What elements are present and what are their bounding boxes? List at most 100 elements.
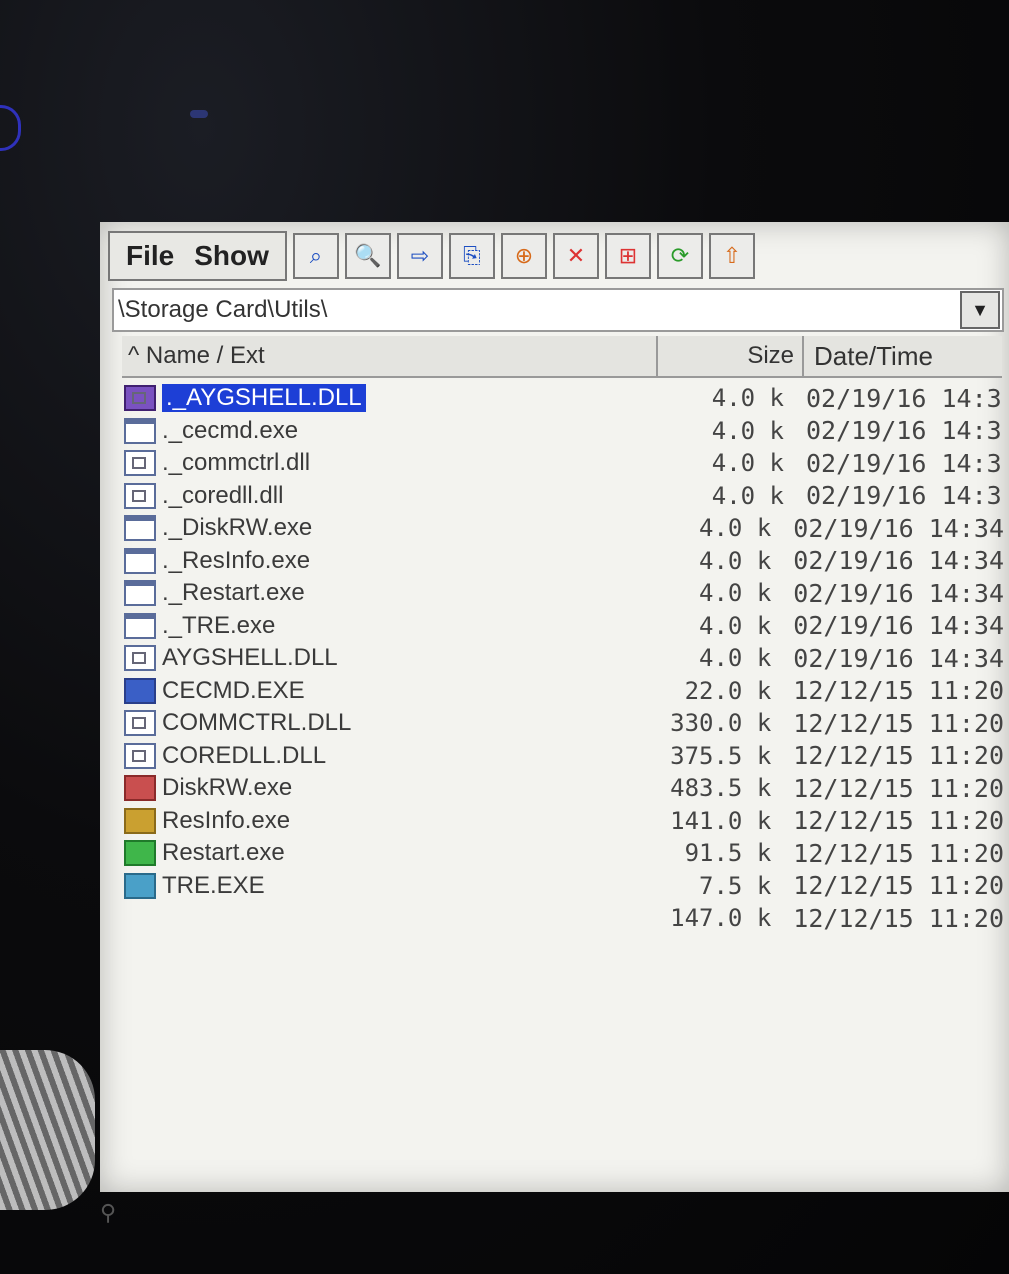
file-row[interactable]: ._TRE.exe 4.0 k 02/19/16 14:34 (124, 610, 1004, 643)
exe-file-icon (124, 547, 156, 574)
find-button[interactable]: ⌕ (292, 233, 339, 279)
paste-button[interactable]: ⎘ (448, 233, 495, 279)
file-list: ._AYGSHELL.DLL 4.0 k 02/19/16 14:3 ._cecmd.… (124, 382, 1004, 935)
file-date: 02/19/16 14:3 (806, 416, 1002, 446)
application-icon (124, 677, 156, 704)
file-row[interactable]: ._commctrl.dll 4.0 k 02/19/16 14:3 (124, 447, 1004, 480)
file-date: 12/12/15 11:20 (793, 773, 1004, 803)
file-date: 02/19/16 14:34 (793, 546, 1004, 576)
file-date: 02/19/16 14:3 (806, 481, 1002, 511)
exe-file-icon (124, 612, 156, 639)
file-row[interactable]: ResInfo.exe 141.0 k 12/12/15 11:20 (124, 805, 1004, 838)
new-folder-button[interactable]: ⊕ (500, 233, 547, 279)
file-row[interactable]: ._coredll.dll 4.0 k 02/19/16 14:3 (124, 480, 1004, 513)
file-name: ResInfo.exe (162, 806, 291, 834)
file-name-cell: ._ResInfo.exe (124, 547, 644, 575)
file-name: ._ResInfo.exe (162, 546, 311, 574)
exe-file-icon (124, 515, 156, 542)
file-row[interactable]: ._ResInfo.exe 4.0 k 02/19/16 14:34 (124, 545, 1004, 578)
refresh-icon: ⟳ (670, 243, 690, 268)
file-name-cell: CECMD.EXE (124, 677, 644, 705)
file-row[interactable]: ._cecmd.exe 4.0 k 02/19/16 14:3 (124, 415, 1004, 448)
file-name-cell: ._Restart.exe (124, 579, 644, 607)
file-name: AYGSHELL.DLL (162, 644, 338, 672)
file-size: 483.5 k (670, 774, 772, 803)
ir-sensor (190, 110, 208, 118)
file-name: COMMCTRL.DLL (162, 709, 352, 737)
view-button[interactable]: ⊞ (604, 233, 651, 279)
file-size: 4.0 k (699, 546, 772, 575)
paste-icon: ⎘ (463, 243, 481, 268)
dll-file-icon (124, 710, 156, 737)
file-row[interactable]: 147.0 k 12/12/15 11:20 (124, 902, 1004, 935)
file-name: Restart.exe (162, 839, 285, 867)
menu-file[interactable]: File (116, 240, 184, 272)
file-name: ._cecmd.exe (162, 416, 299, 444)
file-name-cell: ._TRE.exe (124, 612, 644, 640)
file-size: 4.0 k (711, 481, 784, 510)
delete-button[interactable]: ✕ (552, 233, 599, 279)
file-date: 12/12/15 11:20 (793, 676, 1004, 706)
path-combobox[interactable]: \Storage Card\Utils\ ▼ (112, 288, 1004, 332)
up-folder-button[interactable]: ⇧ (708, 233, 755, 279)
file-name-cell: ._cecmd.exe (124, 417, 654, 445)
file-row[interactable]: Restart.exe 91.5 k 12/12/15 11:20 (124, 837, 1004, 870)
dll-file-icon (124, 450, 156, 477)
file-date: 12/12/15 11:20 (793, 838, 1004, 868)
file-name-cell: ._DiskRW.exe (124, 514, 644, 542)
file-date: 02/19/16 14:34 (793, 643, 1004, 673)
chevron-down-icon[interactable]: ▼ (960, 291, 1000, 329)
file-row[interactable]: ._Restart.exe 4.0 k 02/19/16 14:34 (124, 577, 1004, 610)
file-row[interactable]: TRE.EXE 7.5 k 12/12/15 11:20 (124, 870, 1004, 903)
file-row[interactable]: COMMCTRL.DLL 330.0 k 12/12/15 11:20 (124, 707, 1004, 740)
file-name: ._Restart.exe (162, 579, 305, 607)
search-file-button[interactable]: 🔍 (344, 233, 391, 279)
file-name: ._TRE.exe (162, 611, 276, 639)
file-name: TRE.EXE (162, 871, 265, 899)
file-row[interactable]: ._DiskRW.exe 4.0 k 02/19/16 14:34 (124, 512, 1004, 545)
search-file-icon: 🔍 (354, 243, 382, 268)
copy-button[interactable]: ⇨ (396, 233, 443, 279)
file-row[interactable]: CECMD.EXE 22.0 k 12/12/15 11:20 (124, 675, 1004, 708)
dll-file-icon (124, 385, 156, 412)
dll-file-icon (124, 742, 156, 769)
file-size: 147.0 k (670, 904, 772, 933)
application-icon (124, 775, 156, 802)
file-date: 02/19/16 14:3 (806, 448, 1002, 478)
refresh-button[interactable]: ⟳ (656, 233, 703, 279)
file-name-cell: AYGSHELL.DLL (124, 644, 644, 672)
menu-show[interactable]: Show (184, 240, 279, 272)
file-size: 4.0 k (699, 644, 772, 673)
toolbar: File Show ⌕ 🔍 ⇨ ⎘ ⊕ ✕ ⊞ ⟳ ⇧ (108, 230, 1008, 282)
file-name: COREDLL.DLL (162, 741, 327, 769)
view-grid-icon: ⊞ (618, 243, 638, 268)
file-date: 02/19/16 14:34 (793, 578, 1004, 608)
file-date: 02/19/16 14:34 (793, 513, 1004, 543)
dll-file-icon (124, 482, 156, 509)
exe-file-icon (124, 580, 156, 607)
list-header: ^ Name / Ext Size Date/Time (122, 336, 1002, 378)
file-name-cell: Restart.exe (124, 839, 644, 867)
file-date: 12/12/15 11:20 (793, 871, 1004, 901)
file-name: ._coredll.dll (162, 481, 284, 509)
file-name-cell: ._coredll.dll (124, 482, 654, 510)
file-row[interactable]: DiskRW.exe 483.5 k 12/12/15 11:20 (124, 772, 1004, 805)
file-name-cell: COREDLL.DLL (124, 742, 644, 770)
file-date: 02/19/16 14:3 (806, 383, 1002, 413)
file-size: 330.0 k (670, 709, 772, 738)
file-name: ._DiskRW.exe (162, 514, 313, 542)
file-name-cell: ._AYGSHELL.DLL (124, 384, 654, 413)
exe-file-icon (124, 417, 156, 444)
column-header-name[interactable]: ^ Name / Ext (122, 336, 658, 376)
column-header-size[interactable]: Size (658, 336, 804, 376)
usb-icon: ⚲ (100, 1200, 117, 1225)
file-size: 4.0 k (699, 611, 772, 640)
file-row[interactable]: ._AYGSHELL.DLL 4.0 k 02/19/16 14:3 (124, 382, 1004, 415)
copy-icon: ⇨ (410, 243, 430, 268)
column-header-date[interactable]: Date/Time (804, 336, 1002, 376)
file-name-cell: COMMCTRL.DLL (124, 709, 644, 737)
file-size: 4.0 k (699, 514, 772, 543)
file-row[interactable]: AYGSHELL.DLL 4.0 k 02/19/16 14:34 (124, 642, 1004, 675)
path-field[interactable]: \Storage Card\Utils\ (114, 296, 960, 324)
file-row[interactable]: COREDLL.DLL 375.5 k 12/12/15 11:20 (124, 740, 1004, 773)
